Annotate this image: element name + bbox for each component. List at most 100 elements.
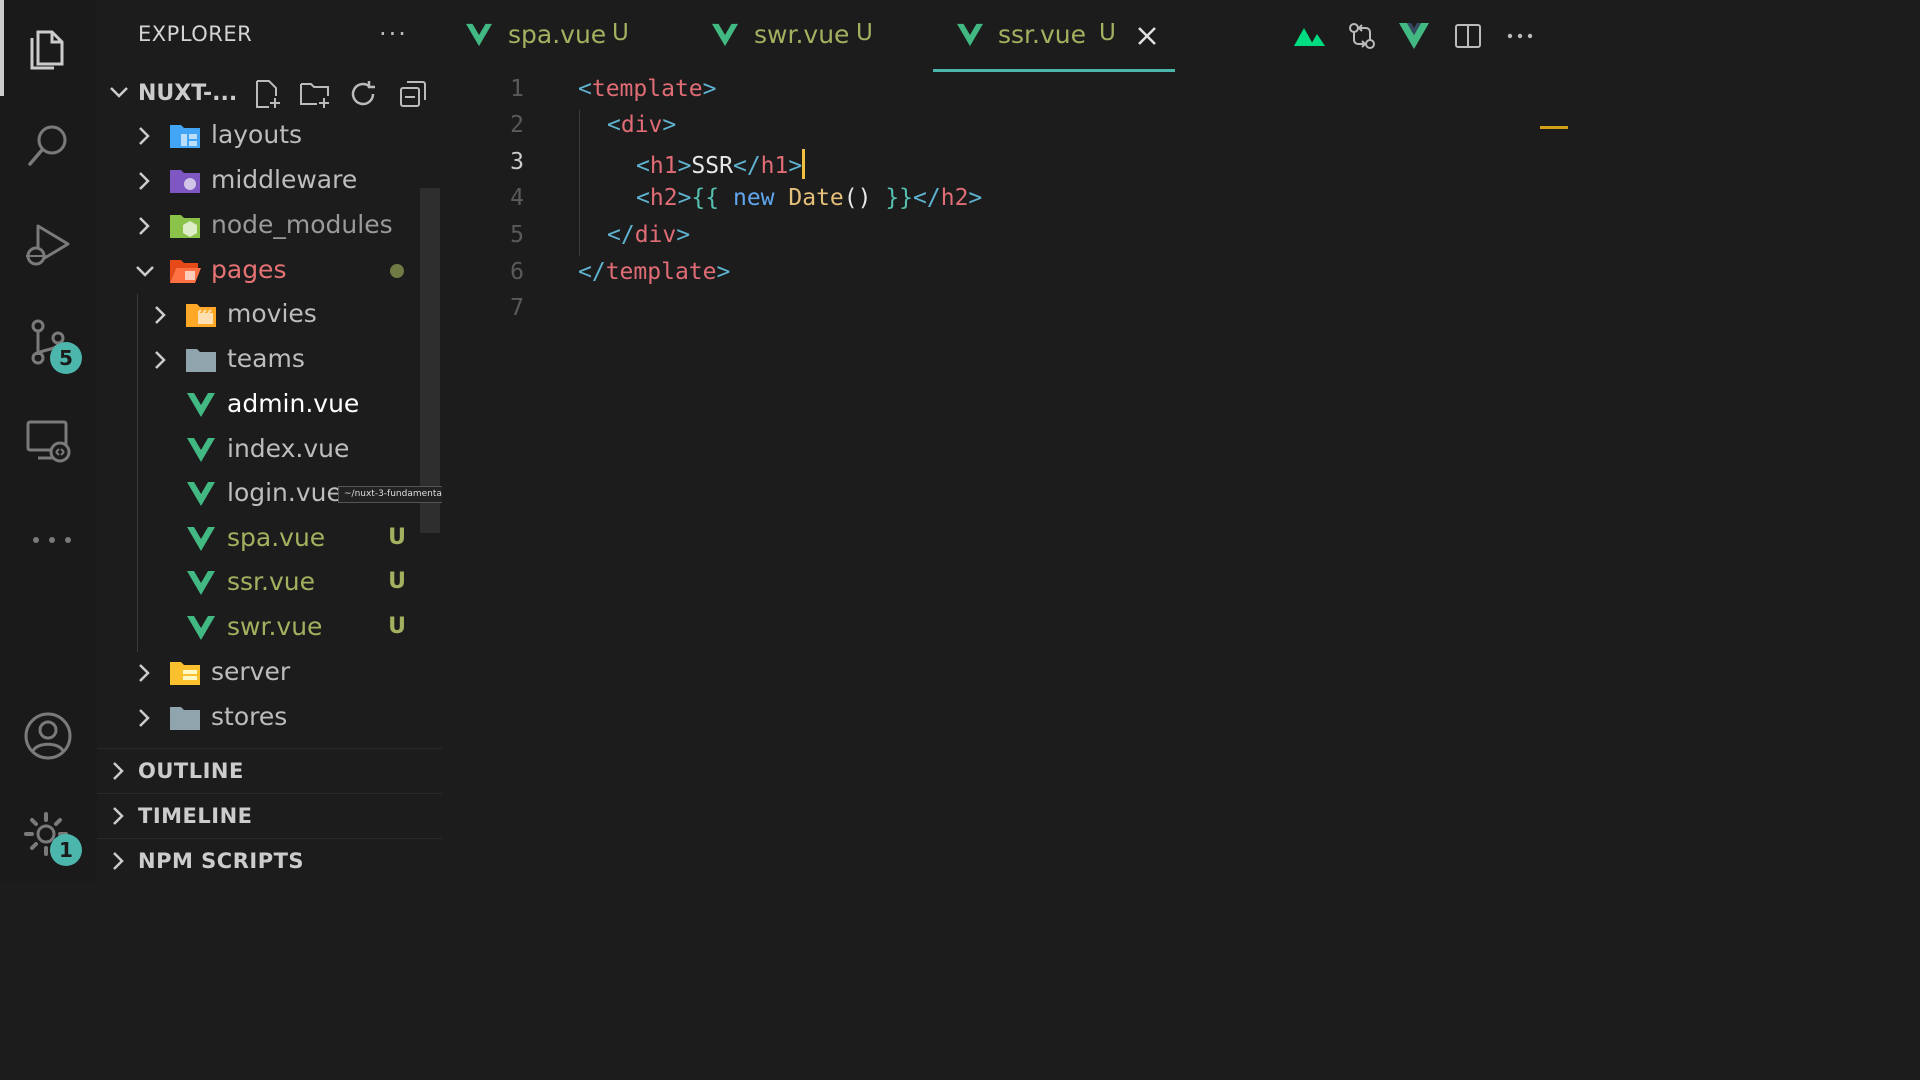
code-line-4: <h2>{{ new Date() }}</h2> [636, 185, 982, 211]
line-number: 4 [510, 185, 524, 211]
section-label: TIMELINE [138, 804, 253, 828]
tab-swr-vue[interactable]: swr.vue U [688, 0, 933, 72]
manage-settings-button[interactable]: 1 [18, 804, 82, 866]
remote-explorer-button[interactable] [18, 410, 78, 470]
server-folder-icon [170, 662, 200, 685]
tree-item-spa-vue[interactable]: spa.vue U [97, 517, 420, 561]
sidebar-title: EXPLORER [138, 22, 253, 46]
section-npm-scripts[interactable]: NPM SCRIPTS [97, 838, 442, 883]
chevron-right-icon [139, 172, 150, 190]
run-debug-icon [26, 224, 70, 266]
tree-item-node-modules[interactable]: node_modules [97, 204, 420, 248]
tree-item-label: movies [227, 299, 317, 328]
section-timeline[interactable]: TIMELINE [97, 793, 442, 838]
source-control-badge: 5 [50, 342, 82, 374]
tree-item-stores[interactable]: stores [97, 696, 420, 740]
account-icon [24, 712, 72, 760]
tab-spa-vue[interactable]: spa.vue U [442, 0, 688, 72]
tree-item-server[interactable]: server [97, 651, 420, 695]
sidebar-scrollbar[interactable] [420, 188, 440, 533]
layouts-folder-icon [170, 125, 200, 148]
token: > [788, 153, 803, 179]
tab-status: U [856, 20, 873, 46]
refresh-icon [351, 81, 375, 106]
more-views-button[interactable] [18, 506, 78, 566]
new-folder-button[interactable] [297, 76, 333, 112]
token: template [605, 259, 717, 285]
token: h1 [760, 153, 789, 179]
tree-item-label: spa.vue [227, 523, 326, 552]
token: () [843, 185, 872, 211]
token: > [662, 112, 677, 138]
tree-item-middleware[interactable]: middleware [97, 159, 420, 203]
compare-changes-button[interactable] [1342, 16, 1382, 56]
tree-item-label: swr.vue [227, 612, 323, 641]
vue-file-icon [187, 482, 215, 506]
folder-icon [186, 349, 216, 372]
token: < [636, 185, 650, 211]
line-number: 6 [510, 259, 524, 285]
movies-folder-icon [186, 304, 216, 327]
tree-item-swr-vue[interactable]: swr.vue U [97, 606, 420, 650]
tree-item-teams[interactable]: teams [97, 338, 420, 382]
accounts-button[interactable] [18, 706, 78, 766]
new-file-button[interactable] [249, 76, 285, 112]
new-file-icon [256, 80, 280, 108]
project-header[interactable]: NUXT-... [97, 72, 442, 116]
code-line-6: </template> [578, 259, 730, 285]
token: < [636, 153, 650, 179]
close-icon[interactable] [1133, 22, 1161, 50]
refresh-button[interactable] [345, 76, 381, 112]
indent-guide [579, 110, 580, 256]
nuxt-button[interactable] [1290, 16, 1330, 56]
token: </ [913, 185, 941, 211]
tree-item-pages[interactable]: pages [97, 249, 420, 293]
tree-item-label: layouts [211, 120, 303, 149]
token: > [702, 76, 717, 102]
source-control-button[interactable]: 5 [18, 312, 82, 374]
tree-item-layouts[interactable]: layouts [97, 114, 420, 158]
git-compare-icon [1349, 23, 1375, 49]
modified-dot-icon [390, 264, 404, 278]
vue-file-icon [187, 438, 215, 462]
token: </ [578, 259, 606, 285]
token: SSR [691, 153, 733, 179]
line-number: 1 [510, 76, 524, 102]
token: > [716, 259, 731, 285]
chevron-right-icon [113, 762, 124, 780]
section-outline[interactable]: OUTLINE [97, 748, 442, 793]
run-debug-button[interactable] [18, 214, 78, 274]
token: > [676, 222, 691, 248]
explorer-button[interactable] [18, 18, 78, 78]
tree-item-index-vue[interactable]: index.vue [97, 428, 420, 472]
tree-item-movies[interactable]: movies [97, 293, 420, 337]
tree-item-label: admin.vue [227, 389, 360, 418]
git-untracked-badge: U [388, 525, 406, 550]
more-icon [33, 537, 71, 543]
search-button[interactable] [18, 116, 78, 176]
chevron-down-icon [110, 87, 128, 98]
tree-item-label: node_modules [211, 210, 393, 239]
tree-item-ssr-vue[interactable]: ssr.vue U [97, 561, 420, 605]
split-editor-button[interactable] [1448, 16, 1488, 56]
sidebar-more-button[interactable]: ··· [379, 20, 408, 48]
vue-preview-button[interactable] [1394, 16, 1434, 56]
code-editor[interactable]: 1 2 3 4 5 6 7 <template> <div> <h1>SSR</… [442, 72, 1568, 882]
token: > [677, 153, 692, 179]
token: div [620, 112, 663, 138]
files-icon [30, 30, 64, 70]
code-line-3: <h1>SSR</h1> [636, 149, 806, 179]
more-actions-button[interactable] [1500, 16, 1540, 56]
line-number-current: 3 [510, 149, 524, 175]
tree-item-admin-vue[interactable]: admin.vue [97, 383, 420, 427]
chevron-right-icon [155, 306, 166, 324]
tab-status: U [612, 20, 629, 46]
token: }} [871, 185, 914, 211]
tree-item-label: pages [211, 255, 287, 284]
token: </ [732, 153, 761, 179]
collapse-all-button[interactable] [395, 76, 431, 112]
tree-item-label: ssr.vue [227, 567, 316, 596]
tab-ssr-vue[interactable]: ssr.vue U [933, 0, 1175, 72]
code-line-2: <div> [607, 112, 676, 138]
tree-item-label: server [211, 657, 291, 686]
